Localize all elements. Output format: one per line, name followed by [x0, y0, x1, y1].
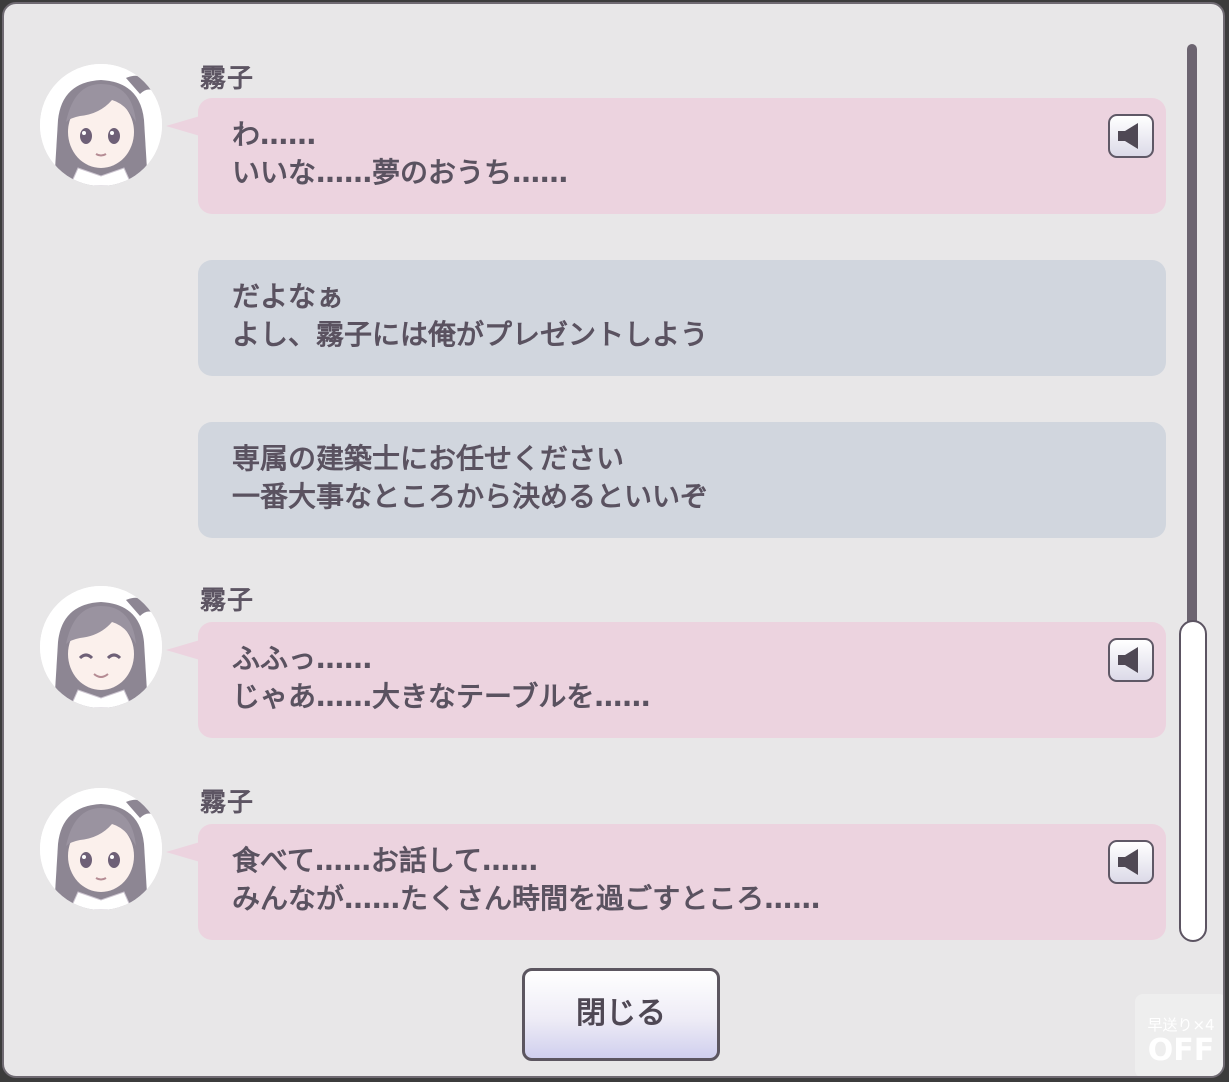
- message-bubble: ふふっ…… じゃあ……大きなテーブルを……: [198, 622, 1166, 738]
- voice-play-button[interactable]: [1108, 638, 1154, 682]
- message-line: いいな……夢のおうち……: [232, 156, 569, 189]
- bubble-tail: [166, 116, 200, 136]
- fast-forward-state: OFF: [1147, 1033, 1215, 1068]
- character-avatar-icon: [40, 788, 162, 910]
- message-bubble: 食べて……お話して…… みんなが……たくさん時間を過ごすところ……: [198, 824, 1166, 940]
- message-bubble: 専属の建築士にお任せください 一番大事なところから決めるといいぞ: [198, 422, 1166, 538]
- fast-forward-indicator[interactable]: 早送り×4 OFF: [1135, 994, 1223, 1076]
- bubble-tail: [166, 640, 200, 660]
- speaker-name: 霧子: [200, 64, 255, 94]
- voice-play-button[interactable]: [1108, 840, 1154, 884]
- close-button[interactable]: 閉じる: [522, 968, 720, 1061]
- bubble-tail: [166, 842, 200, 862]
- fast-forward-label: 早送り×4: [1147, 1016, 1215, 1034]
- message-line: よし、霧子には俺がプレゼントしよう: [232, 318, 709, 351]
- speaker-name: 霧子: [200, 586, 255, 616]
- speaker-icon: [1118, 647, 1138, 673]
- message-line: みんなが……たくさん時間を過ごすところ……: [232, 882, 821, 915]
- character-avatar-icon: [40, 586, 162, 708]
- message-line: 専属の建築士にお任せください: [232, 442, 625, 475]
- voice-play-button[interactable]: [1108, 114, 1154, 158]
- scrollbar-track[interactable]: [1187, 44, 1197, 634]
- character-avatar-icon: [40, 64, 162, 186]
- message-line: わ……: [232, 118, 317, 151]
- message-line: じゃあ……大きなテーブルを……: [232, 680, 651, 713]
- message-line: 食べて……お話して……: [232, 844, 539, 877]
- speaker-icon: [1118, 123, 1138, 149]
- log-panel: 霧子 わ…… いいな……夢のおうち…… だよなぁ よし、霧子には俺がプレゼントし…: [2, 2, 1225, 1078]
- speaker-icon: [1118, 849, 1138, 875]
- scrollbar-thumb[interactable]: [1179, 620, 1207, 942]
- message-line: ふふっ……: [232, 642, 373, 675]
- message-line: 一番大事なところから決めるといいぞ: [232, 480, 709, 513]
- message-bubble: わ…… いいな……夢のおうち……: [198, 98, 1166, 214]
- message-bubble: だよなぁ よし、霧子には俺がプレゼントしよう: [198, 260, 1166, 376]
- message-line: だよなぁ: [232, 280, 345, 313]
- speaker-name: 霧子: [200, 788, 255, 818]
